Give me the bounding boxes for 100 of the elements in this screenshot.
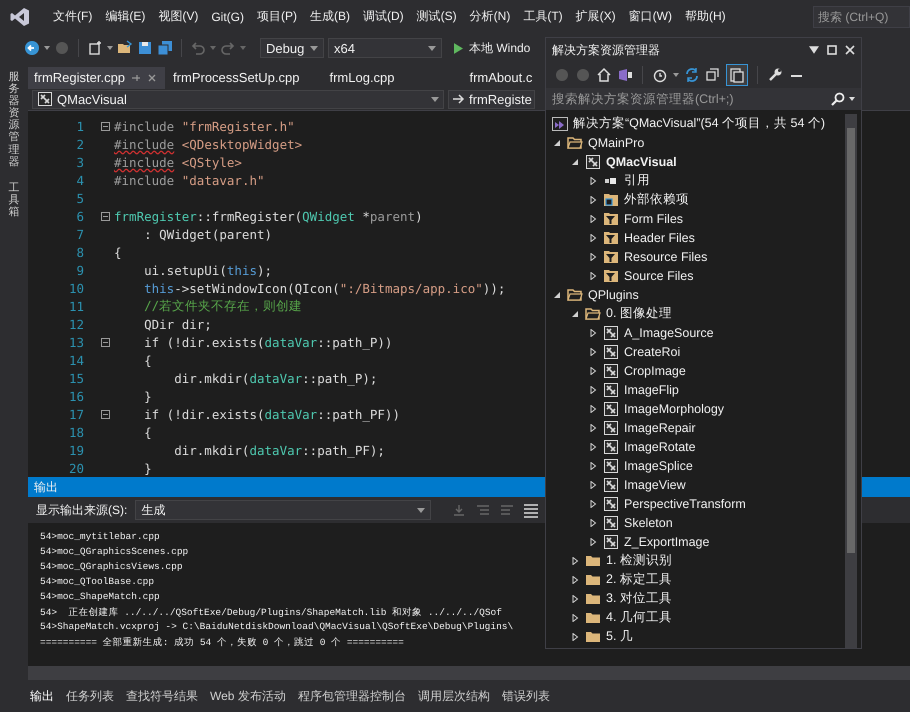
collapsed-triangle-icon[interactable] <box>589 272 597 280</box>
collapse-icon[interactable] <box>101 122 110 130</box>
side-tab[interactable]: 工具箱 <box>8 182 20 218</box>
collapsed-triangle-icon[interactable] <box>589 176 597 184</box>
switch-views-icon[interactable] <box>617 67 633 83</box>
tree-item[interactable]: PerspectiveTransform <box>624 496 746 510</box>
menu-item[interactable]: 分析(N) <box>470 8 510 25</box>
undo-icon[interactable] <box>190 40 206 56</box>
tree-item[interactable]: 解决方案“QMacVisual”(54 个项目，共 54 个) <box>573 115 826 132</box>
sync-icon[interactable] <box>684 67 700 83</box>
open-folder-icon[interactable] <box>117 40 133 56</box>
show-all-files-button[interactable] <box>726 64 748 86</box>
scrollbar[interactable] <box>28 666 910 680</box>
new-project-icon[interactable] <box>87 40 103 56</box>
editor-tab[interactable]: frmAbout.c <box>463 66 534 89</box>
project-dropdown[interactable]: QMacVisual <box>32 90 444 109</box>
collapsed-triangle-icon[interactable] <box>589 348 597 356</box>
tree-item[interactable]: 外部依赖项 <box>624 191 689 208</box>
tree-item[interactable]: 3. 对位工具 <box>606 590 672 607</box>
menu-item[interactable]: Git(G) <box>211 10 244 24</box>
back-icon[interactable] <box>24 40 40 56</box>
menu-item[interactable]: 窗口(W) <box>628 8 672 25</box>
tree-item[interactable]: ImageMorphology <box>624 402 724 416</box>
expanded-triangle-icon[interactable] <box>553 290 561 298</box>
panel-tab[interactable]: 错误列表 <box>502 688 550 704</box>
collapsed-triangle-icon[interactable] <box>589 518 597 526</box>
tree-item[interactable]: Form Files <box>624 212 684 226</box>
expanded-triangle-icon[interactable] <box>571 310 579 318</box>
collapsed-triangle-icon[interactable] <box>589 328 597 336</box>
scrollbar[interactable] <box>845 114 857 648</box>
expanded-triangle-icon[interactable] <box>553 138 561 146</box>
run-button[interactable]: 本地 Windo <box>450 40 534 56</box>
panel-tab[interactable]: 任务列表 <box>66 688 114 704</box>
panel-tab[interactable]: Web 发布活动 <box>210 688 286 704</box>
collapsed-triangle-icon[interactable] <box>589 500 597 508</box>
panel-tab[interactable]: 调用层次结构 <box>418 688 490 704</box>
tree-item[interactable]: ImageRotate <box>624 440 696 454</box>
expanded-triangle-icon[interactable] <box>571 158 579 166</box>
tree-item[interactable]: CropImage <box>624 364 686 378</box>
tree-item[interactable]: Resource Files <box>624 250 708 264</box>
collapse-all-icon[interactable] <box>705 67 721 83</box>
collapsed-triangle-icon[interactable] <box>589 252 597 260</box>
tree-item[interactable]: 0. 图像处理 <box>606 305 672 322</box>
collapsed-triangle-icon[interactable] <box>571 632 579 640</box>
collapsed-triangle-icon[interactable] <box>589 462 597 470</box>
collapse-icon[interactable] <box>101 212 110 220</box>
tree-item[interactable]: 4. 几何工具 <box>606 609 672 626</box>
tree-item[interactable]: Z_ExportImage <box>624 534 710 548</box>
pin-icon[interactable] <box>131 72 142 83</box>
collapsed-triangle-icon[interactable] <box>589 366 597 374</box>
collapse-icon[interactable] <box>101 410 110 418</box>
collapsed-triangle-icon[interactable] <box>589 214 597 222</box>
tree-item[interactable]: CreateRoi <box>624 344 680 358</box>
collapse-icon[interactable] <box>101 338 110 346</box>
history-icon[interactable] <box>652 67 668 83</box>
menu-item[interactable]: 调试(D) <box>363 8 404 25</box>
save-icon[interactable] <box>137 40 153 56</box>
editor-tab[interactable]: frmRegister.cpp <box>28 66 166 89</box>
maximize-icon[interactable] <box>827 45 837 55</box>
tree-item[interactable]: ImageView <box>624 478 686 492</box>
tree-item[interactable]: ImageFlip <box>624 382 679 396</box>
search-field[interactable]: 搜索 (Ctrl+Q) <box>813 6 910 28</box>
panel-tab[interactable]: 查找符号结果 <box>126 688 198 704</box>
menu-item[interactable]: 帮助(H) <box>685 8 726 25</box>
collapsed-triangle-icon[interactable] <box>589 234 597 242</box>
tree-item[interactable]: QMacVisual <box>606 154 677 168</box>
panel-tab[interactable]: 输出 <box>30 688 54 704</box>
caret-icon[interactable] <box>107 46 113 50</box>
tree-item[interactable]: 引用 <box>624 172 650 189</box>
editor-tab[interactable]: frmProcessSetUp.cpp <box>167 66 322 89</box>
caret-icon[interactable] <box>849 97 855 101</box>
tree-item[interactable]: Source Files <box>624 268 694 282</box>
menu-item[interactable]: 测试(S) <box>416 8 457 25</box>
tree-item[interactable]: Skeleton <box>624 516 673 530</box>
redo-icon[interactable] <box>220 40 236 56</box>
caret-icon[interactable] <box>44 46 50 50</box>
collapsed-triangle-icon[interactable] <box>589 538 597 546</box>
tree-item[interactable]: QPlugins <box>588 288 639 302</box>
menu-item[interactable]: 项目(P) <box>257 8 297 25</box>
caret-icon[interactable] <box>673 73 679 77</box>
menu-item[interactable]: 生成(B) <box>310 8 350 25</box>
collapsed-triangle-icon[interactable] <box>589 196 597 204</box>
collapsed-triangle-icon[interactable] <box>589 480 597 488</box>
save-all-icon[interactable] <box>157 40 173 56</box>
tree-item[interactable]: ImageSplice <box>624 458 693 472</box>
menu-item[interactable]: 编辑(E) <box>105 8 146 25</box>
tree-item[interactable]: QMainPro <box>588 136 644 150</box>
tree-item[interactable]: 2. 标定工具 <box>606 571 672 588</box>
caret-icon[interactable] <box>809 45 819 55</box>
search-icon[interactable] <box>831 92 845 106</box>
editor-tab[interactable]: frmLog.cpp <box>323 66 462 89</box>
collapsed-triangle-icon[interactable] <box>571 556 579 564</box>
collapsed-triangle-icon[interactable] <box>589 442 597 450</box>
search-field[interactable]: 搜索解决方案资源管理器(Ctrl+;) <box>546 88 861 110</box>
menu-item[interactable]: 文件(F) <box>53 8 92 25</box>
menu-item[interactable]: 扩展(X) <box>576 8 616 25</box>
menu-item[interactable]: 视图(V) <box>158 8 198 25</box>
tree-item[interactable]: ImageRepair <box>624 420 696 434</box>
collapsed-triangle-icon[interactable] <box>571 576 579 584</box>
configuration-dropdown[interactable]: Debug <box>260 38 324 58</box>
